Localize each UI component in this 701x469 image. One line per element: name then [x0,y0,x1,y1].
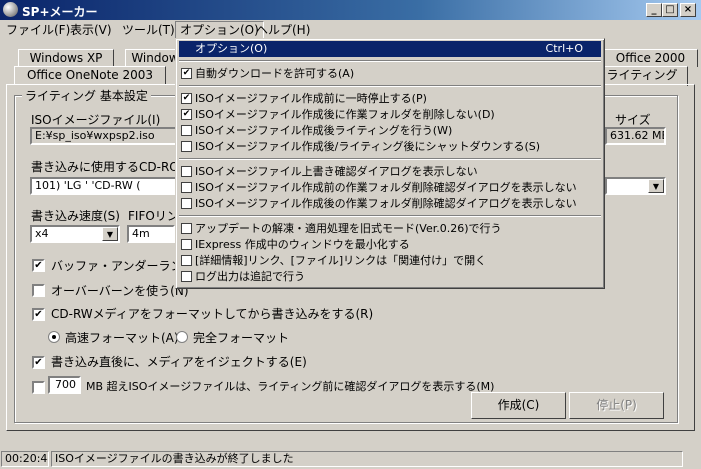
menu-separator [179,60,601,62]
checkbox-icon [181,255,192,266]
checkbox-icon [181,141,192,152]
overburn-checkbox[interactable] [32,284,45,297]
fifo-label: FIFOリン [128,209,179,223]
size-label: サイズ [615,113,651,127]
checkbox-icon [181,271,192,282]
menu-item-label: ログ出力は追記で行う [195,270,305,283]
drive-select[interactable]: 101) 'LG ' 'CD-RW ( [30,177,178,195]
menu-item-label: IExpress 作成中のウィンドウを最小化する [195,238,410,251]
speed-select[interactable]: x4 ▼ [30,225,120,243]
menu-item-minimize-iexpress[interactable]: IExpress 作成中のウィンドウを最小化する [179,237,601,253]
checkbox-icon [181,223,192,234]
speed-select-value: x4 [35,227,49,240]
eject-label: 書き込み直後に、メディアをイジェクトする(E) [51,355,307,369]
tab-office-onenote-2003[interactable]: Office OneNote 2003 [14,66,166,84]
menu-item-open-links-association[interactable]: [詳細情報]リンク、[ファイル]リンクは「関連付け」で開く [179,253,601,269]
mb-limit-checkbox[interactable] [32,381,45,394]
fifo-select-value: 4m [132,227,150,240]
menu-view[interactable]: 表示(V) [66,22,116,38]
create-button[interactable]: 作成(C) [471,392,566,419]
title-bar[interactable]: SP+メーカー _ □ × [0,0,701,20]
quick-format-radio[interactable] [48,331,60,343]
menu-tools[interactable]: ツール(T) [118,22,179,38]
menu-item-label: ISOイメージファイル作成後に作業フォルダを削除しない(D) [195,108,495,121]
menu-item-label: ISOイメージファイル作成後ライティングを行う(W) [195,124,453,137]
menu-item-label: アップデートの解凍・適用処理を旧式モード(Ver.0.26)で行う [195,222,502,235]
iso-size-field: 631.62 MB [605,127,666,145]
mb-limit-input[interactable]: 700 [48,376,81,394]
menu-item-label: ISOイメージファイル作成前の作業フォルダ削除確認ダイアログを表示しない [195,181,577,194]
checkbox-icon [181,239,192,250]
menu-options[interactable]: オプション(O) [175,21,264,39]
tab-writing[interactable]: ライティング [596,66,688,86]
menu-separator [179,85,601,87]
group-title: ライティング 基本設定 [22,87,151,104]
drive-select-tail[interactable]: ▼ [605,177,666,195]
menu-separator [179,158,601,160]
menu-item-shortcut: Ctrl+O [545,42,583,55]
buffer-underrun-checkbox[interactable]: ✔ [32,259,45,272]
speed-label: 書き込み速度(S) [31,209,120,223]
menu-item-label: ISOイメージファイル作成後/ライティング後にシャットダウンする(S) [195,140,541,153]
eject-checkbox[interactable]: ✔ [32,356,45,369]
stop-button[interactable]: 停止(P) [569,392,664,419]
check-icon: ✔ [181,93,192,104]
drive-label: 書き込みに使用するCD-ROM [31,160,190,174]
menu-item-label: オプション(O) [195,42,268,55]
window-title: SP+メーカー [22,5,98,19]
menu-separator [179,215,601,217]
menu-bar: ファイル(F) 表示(V) ツール(T) オプション(O) ヘルプ(H) [0,20,701,39]
minimize-button[interactable]: _ [646,3,662,17]
menu-item-keep-work-folder[interactable]: ✔ ISOイメージファイル作成後に作業フォルダを削除しない(D) [179,107,601,123]
menu-item-no-post-delete-dialog[interactable]: ISOイメージファイル作成後の作業フォルダ削除確認ダイアログを表示しない [179,196,601,212]
menu-item-label: [詳細情報]リンク、[ファイル]リンクは「関連付け」で開く [195,254,487,267]
mb-limit-label: MB 超えISOイメージファイルは、ライティング前に確認ダイアログを表示する(M… [86,380,495,393]
menu-item-no-overwrite-dialog[interactable]: ISOイメージファイル上書き確認ダイアログを表示しない [179,164,601,180]
full-format-label: 完全フォーマット [193,331,290,345]
chevron-down-icon[interactable]: ▼ [102,227,118,241]
drive-select-value: 101) 'LG ' 'CD-RW ( [35,179,141,192]
iso-file-label: ISOイメージファイル(I) [31,113,161,127]
overburn-label: オーバーバーンを使う(N) [51,284,189,298]
menu-item-options[interactable]: オプション(O) Ctrl+O [179,41,601,57]
menu-file[interactable]: ファイル(F) [2,22,74,38]
menu-item-label: ISOイメージファイル作成前に一時停止する(P) [195,92,427,105]
format-cdrw-checkbox[interactable]: ✔ [32,308,45,321]
menu-item-legacy-update-mode[interactable]: アップデートの解凍・適用処理を旧式モード(Ver.0.26)で行う [179,221,601,237]
format-cdrw-label: CD-RWメディアをフォーマットしてから書き込みをする(R) [51,307,374,321]
menu-item-label: ISOイメージファイル作成後の作業フォルダ削除確認ダイアログを表示しない [195,197,577,210]
full-format-radio[interactable] [176,331,188,343]
menu-item-append-log[interactable]: ログ出力は追記で行う [179,269,601,285]
tab-office-2000[interactable]: Office 2000 [603,49,698,67]
options-dropdown-menu: オプション(O) Ctrl+O ✔ 自動ダウンロードを許可する(A) ✔ ISO… [175,38,605,289]
iso-file-path-field[interactable]: E:¥sp_iso¥wxpsp2.iso [30,127,180,145]
status-message: ISOイメージファイルの書き込みが終了しました [51,451,683,467]
menu-help[interactable]: ヘルプ(H) [252,22,314,38]
close-button[interactable]: × [680,3,696,17]
checkbox-icon [181,166,192,177]
menu-item-label: ISOイメージファイル上書き確認ダイアログを表示しない [195,165,478,178]
maximize-button[interactable]: □ [662,3,678,17]
app-window: SP+メーカー _ □ × ファイル(F) 表示(V) ツール(T) オプション… [0,0,701,469]
quick-format-label: 高速フォーマット(A) [65,331,179,345]
chevron-down-icon[interactable]: ▼ [648,179,664,193]
check-icon: ✔ [181,109,192,120]
tab-windows-xp[interactable]: Windows XP [18,49,114,67]
menu-item-pause-before-iso[interactable]: ✔ ISOイメージファイル作成前に一時停止する(P) [179,91,601,107]
menu-item-auto-download[interactable]: ✔ 自動ダウンロードを許可する(A) [179,66,601,82]
cd-disc-icon [3,2,18,17]
check-icon: ✔ [181,68,192,79]
fifo-select[interactable]: 4m [127,225,175,243]
status-time: 00:20:44 [1,451,49,467]
checkbox-icon [181,182,192,193]
menu-item-no-pre-delete-dialog[interactable]: ISOイメージファイル作成前の作業フォルダ削除確認ダイアログを表示しない [179,180,601,196]
checkbox-icon [181,125,192,136]
menu-item-shutdown-after[interactable]: ISOイメージファイル作成後/ライティング後にシャットダウンする(S) [179,139,601,155]
status-bar: 00:20:44 ISOイメージファイルの書き込みが終了しました [0,449,701,469]
checkbox-icon [181,198,192,209]
menu-item-label: 自動ダウンロードを許可する(A) [195,67,355,80]
menu-item-write-after-iso[interactable]: ISOイメージファイル作成後ライティングを行う(W) [179,123,601,139]
